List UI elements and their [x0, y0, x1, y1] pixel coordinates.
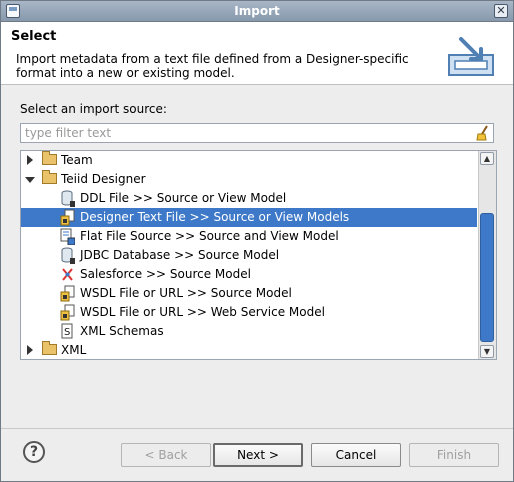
- folder-icon: [42, 170, 57, 184]
- tree-item-label: Salesforce >> Source Model: [80, 267, 251, 281]
- help-icon[interactable]: ?: [23, 441, 45, 463]
- tree-item-label: Designer Text File >> Source or View Mod…: [80, 210, 350, 224]
- scrollbar-thumb[interactable]: [480, 213, 494, 342]
- tree-item-ddl-file[interactable]: DDL File >> Source or View Model: [21, 189, 477, 208]
- page-description: Import metadata from a text file defined…: [16, 52, 409, 80]
- wsdl-icon: [60, 285, 75, 302]
- next-button[interactable]: Next >: [213, 443, 303, 467]
- finish-button[interactable]: Finish: [409, 443, 499, 467]
- flat-file-icon: [60, 228, 75, 245]
- clear-filter-icon[interactable]: [475, 125, 491, 141]
- tree-item-salesforce[interactable]: Salesforce >> Source Model: [21, 265, 477, 284]
- cancel-button[interactable]: Cancel: [311, 443, 401, 467]
- tree-item-designer-text-file[interactable]: Designer Text File >> Source or View Mod…: [21, 208, 477, 227]
- tree-item-label: JDBC Database >> Source Model: [80, 248, 280, 262]
- filter-input[interactable]: type filter text: [20, 123, 494, 143]
- back-button[interactable]: < Back: [121, 443, 211, 467]
- import-source-tree[interactable]: Team Teiid Designer DDL File >> Source o…: [20, 150, 497, 360]
- tree-item-flat-file[interactable]: Flat File Source >> Source and View Mode…: [21, 227, 477, 246]
- svg-text:S: S: [64, 327, 70, 338]
- tree-item-teiid-designer[interactable]: Teiid Designer: [21, 170, 477, 189]
- tree-item-label: Teiid Designer: [61, 172, 146, 186]
- expand-icon[interactable]: [27, 155, 33, 165]
- salesforce-icon: [62, 268, 73, 281]
- tree-item-wsdl-source[interactable]: WSDL File or URL >> Source Model: [21, 284, 477, 303]
- ddl-file-icon: [61, 190, 75, 207]
- tree-item-team[interactable]: Team: [21, 151, 477, 170]
- wsdl-icon: [60, 304, 75, 321]
- tree-item-xml-schemas[interactable]: S XML Schemas: [21, 322, 477, 341]
- tree-item-wsdl-web-service[interactable]: WSDL File or URL >> Web Service Model: [21, 303, 477, 322]
- jdbc-database-icon: [61, 247, 75, 264]
- title-bar[interactable]: Import ✕: [1, 1, 513, 22]
- scroll-down-icon[interactable]: ▼: [480, 345, 494, 358]
- scroll-up-icon[interactable]: ▲: [480, 152, 494, 165]
- tree-item-label: XML: [61, 343, 87, 357]
- tree-item-label: Team: [61, 153, 93, 167]
- tree-scrollbar[interactable]: ▲ ▼: [478, 151, 496, 359]
- xml-schema-icon: S: [61, 323, 73, 339]
- text-file-import-icon: [60, 209, 75, 226]
- wizard-header: Select Import metadata from a text file …: [1, 22, 513, 85]
- tree-item-jdbc-database[interactable]: JDBC Database >> Source Model: [21, 246, 477, 265]
- tree-item-xml[interactable]: XML: [21, 341, 477, 359]
- window-title: Import: [234, 4, 280, 18]
- import-dialog: Import ✕ Select Import metadata from a t…: [0, 0, 514, 482]
- tree-item-label: DDL File >> Source or View Model: [80, 191, 287, 205]
- tree-item-label: Flat File Source >> Source and View Mode…: [80, 229, 339, 243]
- expand-icon[interactable]: [27, 345, 33, 355]
- tree-item-label: WSDL File or URL >> Source Model: [80, 286, 292, 300]
- import-wizard-icon: [448, 37, 494, 76]
- folder-icon: [42, 151, 57, 165]
- folder-icon: [42, 341, 57, 355]
- collapse-icon[interactable]: [25, 177, 35, 183]
- tree-item-label: XML Schemas: [80, 324, 164, 338]
- import-source-label: Select an import source:: [20, 102, 167, 116]
- tree-item-label: WSDL File or URL >> Web Service Model: [80, 305, 325, 319]
- close-icon[interactable]: ✕: [494, 4, 508, 18]
- page-title: Select: [11, 29, 57, 44]
- button-bar-separator: [1, 428, 513, 429]
